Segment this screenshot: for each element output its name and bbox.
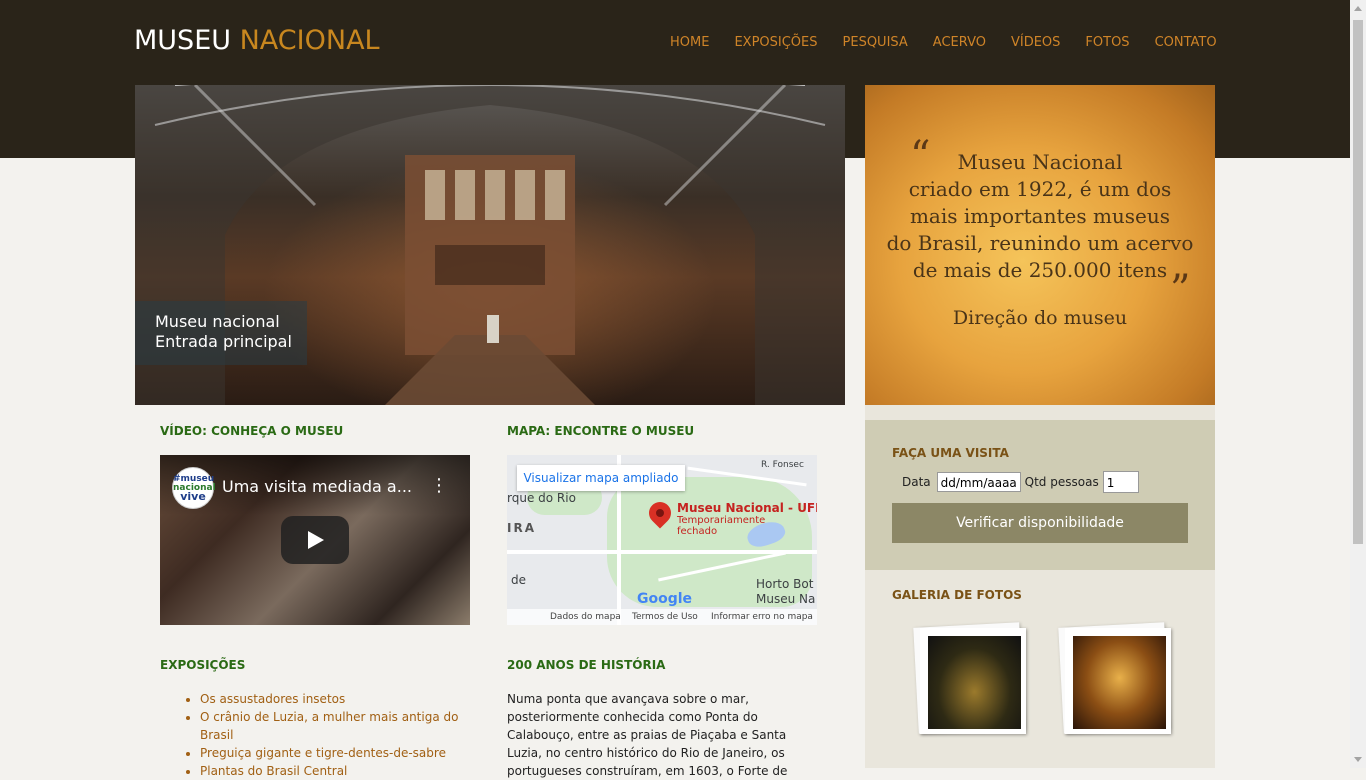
qty-label: Qtd pessoas <box>1024 475 1099 489</box>
visit-title: FAÇA UMA VISITA <box>892 446 1009 460</box>
nav-home[interactable]: HOME <box>670 35 709 51</box>
scroll-down-arrow-icon[interactable] <box>1354 757 1362 762</box>
map-label-horto: Horto Bot <box>756 577 814 591</box>
hero-banner: Museu nacional Entrada principal <box>135 85 845 405</box>
channel-avatar-line3: vive <box>180 490 206 503</box>
nav-contato[interactable]: CONTATO <box>1155 35 1217 51</box>
visit-panel: FAÇA UMA VISITA Data dd/mm/aaaa Qtd pess… <box>865 420 1215 570</box>
quote-line: do Brasil, reunindo um acervo <box>886 231 1194 255</box>
gallery-title: GALERIA DE FOTOS <box>892 588 1022 602</box>
map-footer: Dados do mapa Termos de Uso Informar err… <box>507 609 817 625</box>
date-field[interactable]: dd/mm/aaaa <box>936 472 1021 492</box>
quote-text: Museu Nacional criado em 1922, é um dos … <box>885 149 1195 284</box>
nav-exposicoes[interactable]: EXPOSIÇÕES <box>734 35 817 51</box>
historia-text: Numa ponta que avançava sobre o mar, pos… <box>507 692 788 778</box>
enlarge-map-button[interactable]: Visualizar mapa ampliado <box>517 465 685 491</box>
gallery-photo-2-image <box>1073 636 1166 729</box>
embedded-map[interactable]: Visualizar mapa ampliado R. Fonsec rque … <box>507 455 817 625</box>
site-logo[interactable]: MUSEU NACIONAL <box>134 26 380 56</box>
scrollbar-thumb[interactable] <box>1353 20 1363 544</box>
list-item[interactable]: Plantas do Brasil Central <box>200 762 490 780</box>
exposicoes-section-title: EXPOSIÇÕES <box>160 658 246 672</box>
hero-caption: Museu nacional Entrada principal <box>135 301 307 365</box>
map-label-parque: rque do Rio <box>507 491 576 505</box>
google-logo: Google <box>637 591 693 607</box>
map-place-status: Temporariamente fechado <box>677 515 766 537</box>
list-item[interactable]: O crânio de Luzia, a mulher mais antiga … <box>200 708 490 744</box>
more-options-icon[interactable]: ⋮ <box>430 477 448 495</box>
check-availability-button[interactable]: Verificar disponibilidade <box>892 503 1188 543</box>
qty-field[interactable]: 1 <box>1102 471 1139 493</box>
map-label-museu: Museu Na <box>756 592 816 606</box>
gallery-photo-1[interactable] <box>913 622 1026 734</box>
quote-line: de mais de 250.000 itens <box>912 258 1168 282</box>
map-report-link[interactable]: Informar erro no mapa <box>711 609 813 625</box>
quote-panel: “ Museu Nacional criado em 1922, é um do… <box>865 85 1215 405</box>
scroll-up-arrow-icon[interactable] <box>1354 6 1362 11</box>
photo-gallery: GALERIA DE FOTOS <box>865 570 1215 768</box>
scrollbar[interactable] <box>1350 0 1366 768</box>
play-button-icon[interactable] <box>281 516 349 564</box>
quote-line: Museu Nacional <box>957 150 1123 174</box>
channel-avatar[interactable]: #museu nacional vive <box>172 467 216 509</box>
map-label-ira: IRA <box>507 521 536 535</box>
nav-pesquisa[interactable]: PESQUISA <box>843 35 908 51</box>
exposicoes-list: Os assustadores insetos O crânio de Luzi… <box>182 690 490 780</box>
sidebar-spacer <box>865 405 1215 420</box>
logo-part-2: NACIONAL <box>239 25 380 56</box>
date-label: Data <box>902 475 931 489</box>
quote-signature: Direção do museu <box>952 307 1128 329</box>
map-section-title: MAPA: ENCONTRE O MUSEU <box>507 424 695 438</box>
list-item[interactable]: Preguiça gigante e tigre-dentes-de-sabre <box>200 744 490 762</box>
nav-fotos[interactable]: FOTOS <box>1085 35 1129 51</box>
video-player[interactable]: #museu nacional vive Uma visita mediada … <box>160 455 470 625</box>
map-data-link[interactable]: Dados do mapa <box>550 609 621 625</box>
video-section-title: VÍDEO: CONHEÇA O MUSEU <box>160 424 344 438</box>
video-title[interactable]: Uma visita mediada a... <box>222 477 412 496</box>
list-item[interactable]: Os assustadores insetos <box>200 690 490 708</box>
main-nav: HOME EXPOSIÇÕES PESQUISA ACERVO VÍDEOS F… <box>670 35 1242 51</box>
hero-caption-line2: Entrada principal <box>155 332 292 351</box>
map-terms-link[interactable]: Termos de Uso <box>632 609 698 625</box>
quote-line: criado em 1922, é um dos <box>908 177 1172 201</box>
logo-part-1: MUSEU <box>134 25 240 56</box>
map-label-de: de <box>511 573 526 587</box>
gallery-photo-1-image <box>928 636 1021 729</box>
visit-form-row: Data dd/mm/aaaa Qtd pessoas 1 <box>902 471 1139 493</box>
nav-acervo[interactable]: ACERVO <box>933 35 986 51</box>
nav-videos[interactable]: VÍDEOS <box>1011 35 1060 51</box>
gallery-photo-2[interactable] <box>1058 622 1171 734</box>
map-place-name[interactable]: Museu Nacional - UFRJ <box>677 501 817 515</box>
historia-section-title: 200 ANOS DE HISTÓRIA <box>507 658 666 672</box>
hero-caption-line1: Museu nacional <box>155 312 280 331</box>
map-label-street: R. Fonsec <box>761 460 804 470</box>
quote-line: mais importantes museus <box>909 204 1171 228</box>
